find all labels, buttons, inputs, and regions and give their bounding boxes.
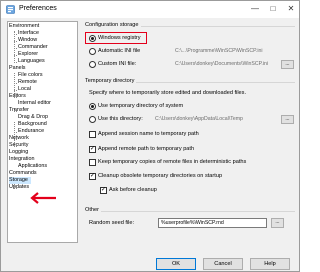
title-bar: Preferences — □ ✕ <box>1 1 299 18</box>
preferences-window: Preferences — □ ✕ Environment Interface … <box>0 0 300 272</box>
random-seed-label: Random seed file: <box>89 220 135 226</box>
tree-connector <box>14 62 17 63</box>
tree-item-interface[interactable]: Interface <box>18 30 39 37</box>
tree-item-updates[interactable]: Updates <box>9 184 29 191</box>
tree-item-window[interactable]: Window <box>18 37 37 44</box>
maximize-icon[interactable]: □ <box>267 3 279 15</box>
tree-item-background[interactable]: Background <box>18 121 47 128</box>
use-this-dir-browse-button[interactable]: ... <box>281 115 294 124</box>
cleanup-label: Cleanup obsolete temporary directories o… <box>98 173 223 179</box>
automatic-ini-radio[interactable] <box>89 48 96 55</box>
random-seed-browse-button[interactable]: ... <box>271 218 284 228</box>
tree-item-transfer[interactable]: Transfer <box>9 107 29 114</box>
tree-item-commands[interactable]: Commands <box>9 170 37 177</box>
tree-connector <box>14 90 17 91</box>
group-divider <box>85 211 295 212</box>
use-this-dir-radio[interactable] <box>89 116 96 123</box>
tree-item-editors[interactable]: Editors <box>9 93 26 100</box>
append-session-label: Append session name to temporary path <box>98 131 199 137</box>
tree-item-storage[interactable]: Storage <box>9 177 31 184</box>
tree-item-explorer[interactable]: Explorer <box>18 51 38 58</box>
tree-item-security[interactable]: Security <box>9 142 28 149</box>
cancel-button[interactable]: Cancel <box>203 258 243 270</box>
config-storage-heading: Configuration storage <box>85 22 141 28</box>
windows-registry-radio[interactable] <box>89 35 96 42</box>
ask-before-cleanup-checkbox[interactable]: ✓ <box>100 187 107 194</box>
keep-copies-label: Keep temporary copies of remote files in… <box>98 159 247 165</box>
tree-item-drag-drop[interactable]: Drag & Drop <box>18 114 48 121</box>
minimize-icon[interactable]: — <box>249 3 261 15</box>
automatic-ini-path: C:\...\Programme\WinSCP\WinSCP.ini <box>175 48 263 54</box>
tree-item-integration[interactable]: Integration <box>9 156 34 163</box>
tree-item-environment[interactable]: Environment <box>9 23 39 30</box>
temp-dir-heading: Temporary directory <box>85 78 137 84</box>
window-title: Preferences <box>19 5 57 12</box>
tree-connector <box>14 55 17 56</box>
other-heading: Other <box>85 207 101 213</box>
append-remote-label: Append remote path to temporary path <box>98 146 195 152</box>
ok-button[interactable]: OK <box>156 258 196 270</box>
windows-registry-label: Windows registry <box>98 35 141 41</box>
append-remote-checkbox[interactable]: ✓ <box>89 146 96 153</box>
custom-ini-browse-button[interactable]: ... <box>281 60 294 69</box>
random-seed-input[interactable]: %userprofile%\WinSCP.rnd <box>158 218 267 228</box>
tree-item-languages[interactable]: Languages <box>18 58 45 65</box>
use-this-dir-label: Use this directory: <box>98 116 143 122</box>
tree-connector <box>14 41 17 42</box>
use-this-dir-path: C:\Users\donkey\AppData\Local\Temp <box>155 116 243 122</box>
tree-connector <box>14 48 17 49</box>
tree-item-endurance[interactable]: Endurance <box>18 128 44 135</box>
tree-item-applications[interactable]: Applications <box>18 163 47 170</box>
tree-connector <box>14 31 15 63</box>
use-system-temp-radio[interactable] <box>89 103 96 110</box>
ask-before-cleanup-label: Ask before cleanup <box>109 187 157 193</box>
temp-dir-description: Specify where to temporarily store edite… <box>89 90 247 96</box>
help-button[interactable]: Help <box>250 258 290 270</box>
custom-ini-radio[interactable] <box>89 61 96 68</box>
tree-item-internal-editor[interactable]: Internal editor <box>18 100 51 107</box>
tree-item-file-colors[interactable]: File colors <box>18 72 43 79</box>
tree-item-panels[interactable]: Panels <box>9 65 25 72</box>
tree-item-commander[interactable]: Commander <box>18 44 48 51</box>
preferences-tree[interactable]: Environment Interface Window Commander E… <box>7 21 78 243</box>
keep-copies-checkbox[interactable] <box>89 159 96 166</box>
winscp-app-icon <box>6 5 15 14</box>
cleanup-checkbox[interactable]: ✓ <box>89 173 96 180</box>
tree-item-local[interactable]: Local <box>18 86 31 93</box>
annotation-arrow-icon <box>30 192 56 204</box>
tree-connector <box>14 34 17 35</box>
use-system-temp-label: Use temporary directory of system <box>98 103 184 109</box>
custom-ini-path: C:\Users\donkey\Documents\WinSCP.ini <box>175 61 269 67</box>
append-session-checkbox[interactable] <box>89 131 96 138</box>
tree-item-remote[interactable]: Remote <box>18 79 37 86</box>
custom-ini-label: Custom INI file: <box>98 61 137 67</box>
tree-item-logging[interactable]: Logging <box>9 149 28 156</box>
tree-item-network[interactable]: Network <box>9 135 29 142</box>
tree-connector <box>14 83 17 84</box>
close-icon[interactable]: ✕ <box>285 3 297 15</box>
tree-connector <box>14 132 17 133</box>
automatic-ini-label: Automatic INI file <box>98 48 141 54</box>
